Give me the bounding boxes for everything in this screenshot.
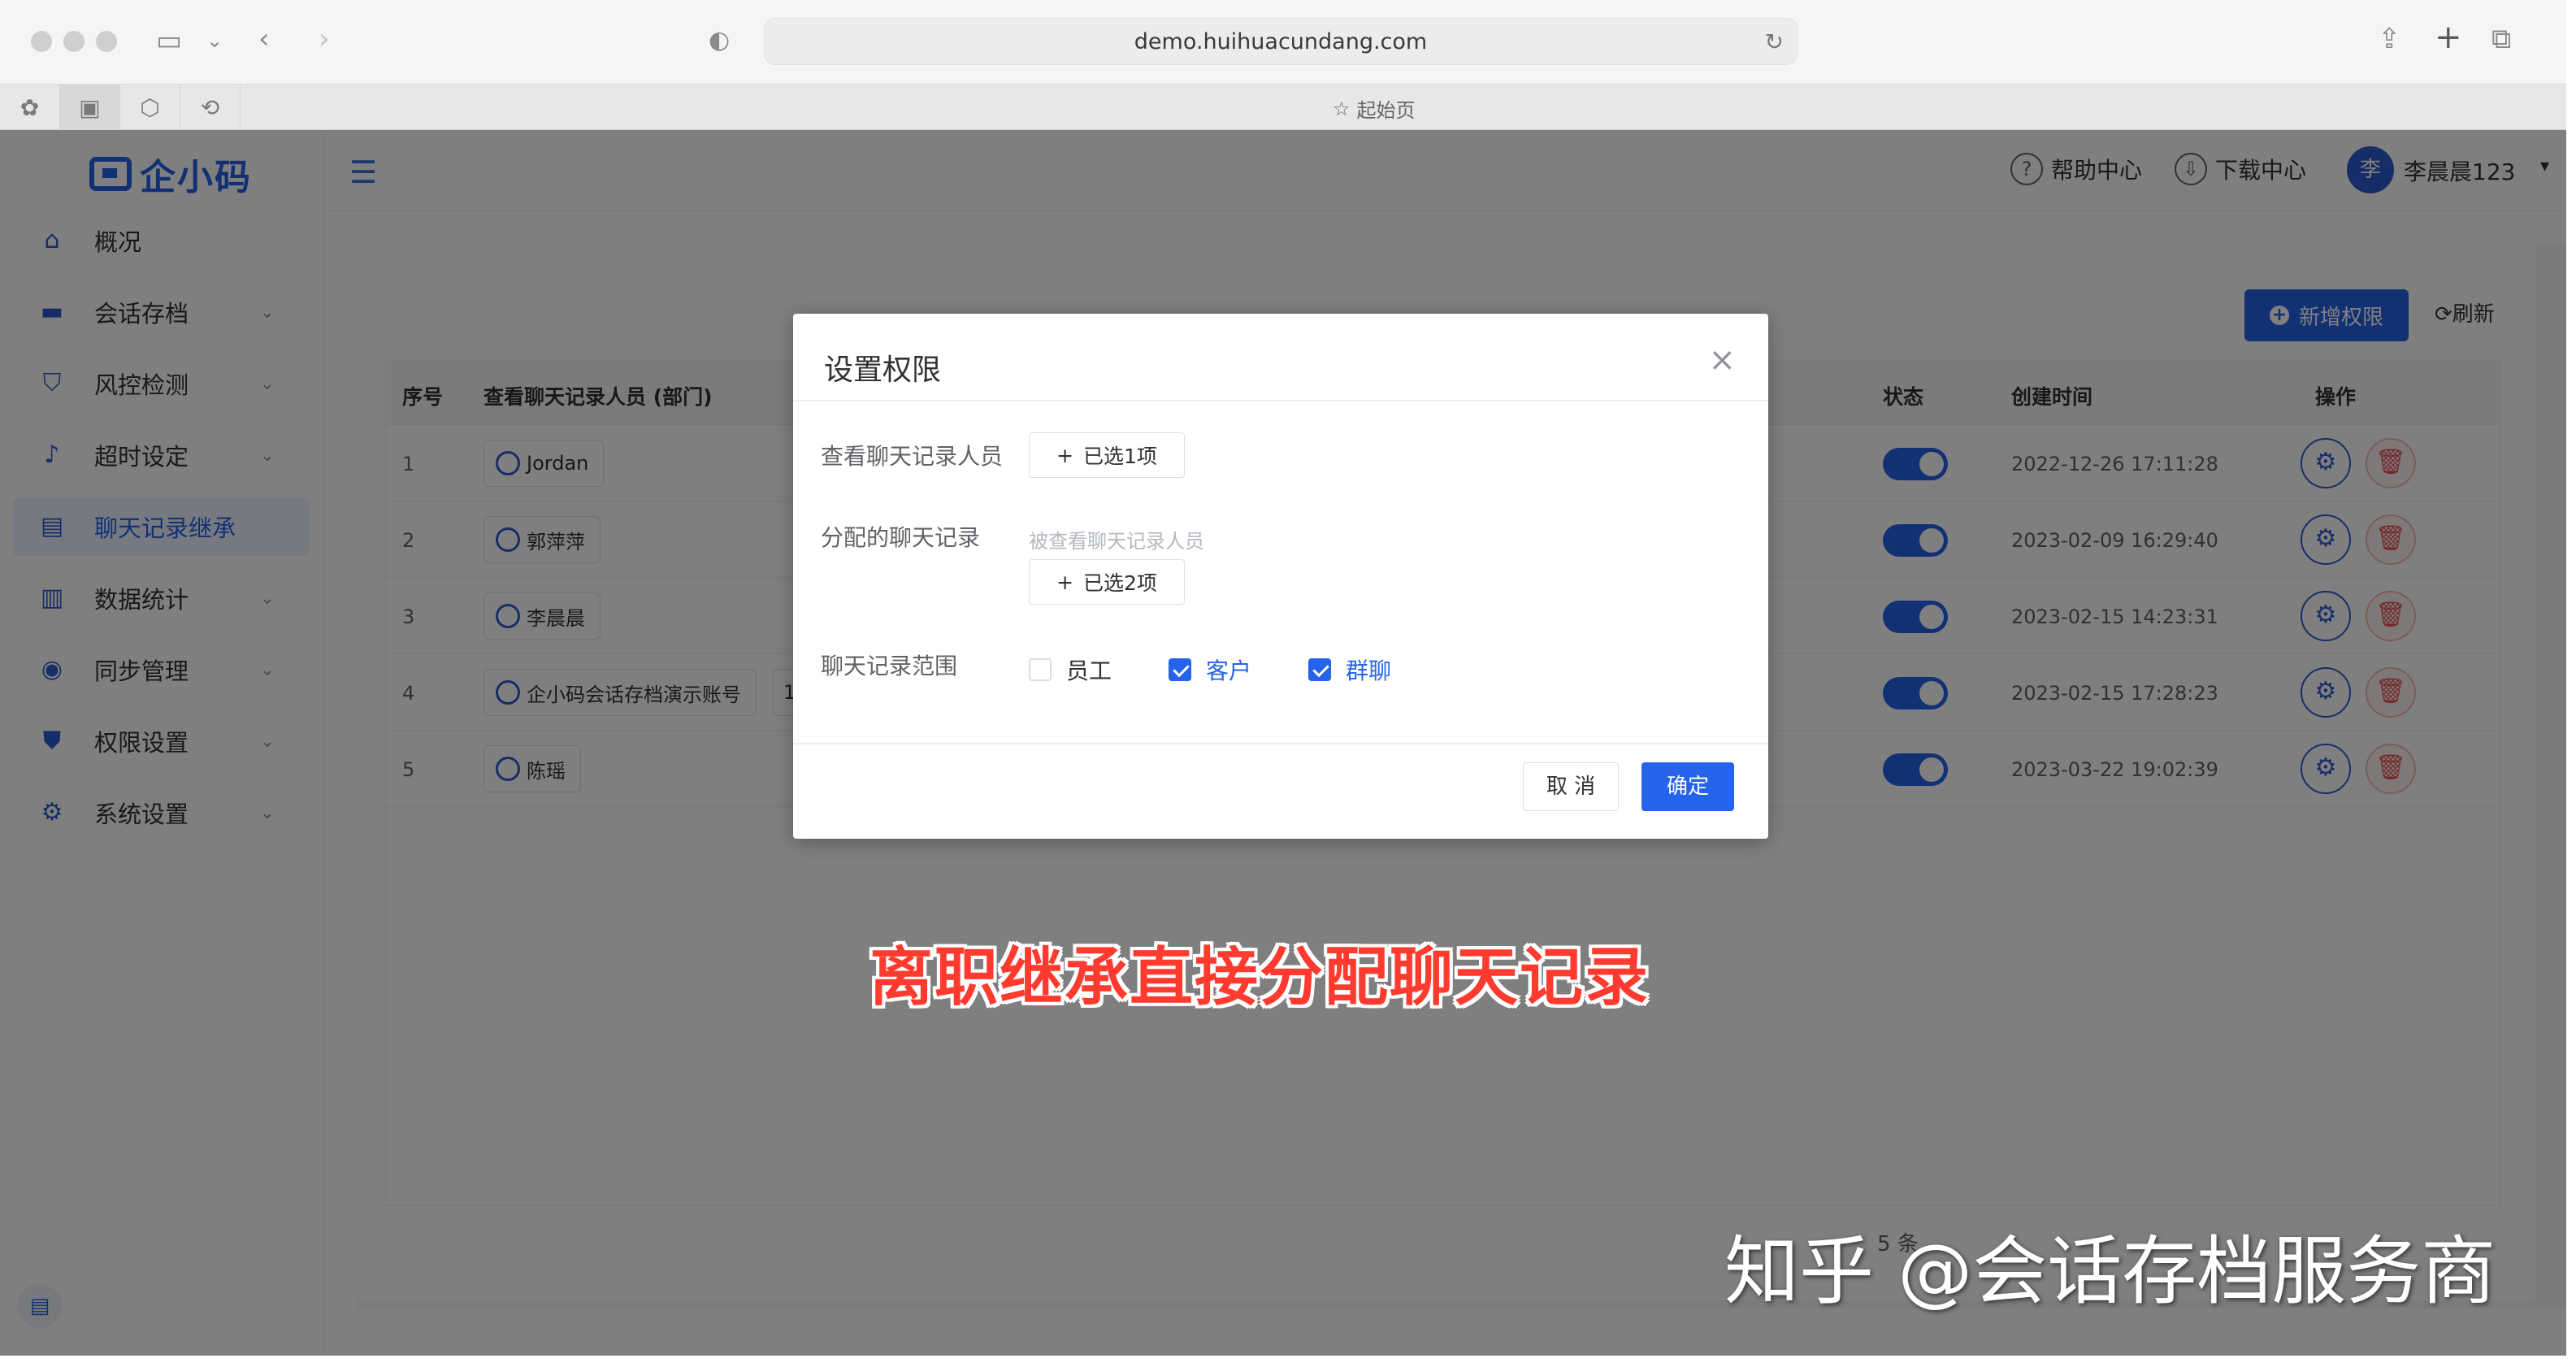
start-page-label: 起始页 (1356, 99, 1416, 122)
star-icon: ☆ (1333, 97, 1351, 120)
confirm-button[interactable]: 确定 (1641, 762, 1734, 811)
new-tab-icon[interactable]: + (2435, 21, 2462, 54)
checkbox-label: 客户 (1206, 657, 1252, 684)
start-page-tab[interactable]: ☆ 起始页 (1333, 94, 1416, 123)
video-caption: 离职继承直接分配聊天记录 (870, 941, 1650, 1014)
minimize-window-button[interactable] (63, 31, 85, 52)
privacy-shield-icon[interactable]: ◐ (709, 24, 730, 57)
cancel-button[interactable]: 取 消 (1523, 762, 1619, 811)
pinned-tab-cube-icon[interactable]: ⬡ (120, 85, 180, 130)
zoom-window-button[interactable] (96, 31, 117, 52)
tab-overview-icon[interactable]: ⧉ (2491, 23, 2511, 55)
scope-checkbox-customer[interactable]: 客户 (1169, 653, 1251, 686)
assigned-field-label: 分配的聊天记录 (821, 524, 981, 551)
assigned-hint: 被查看聊天记录人员 (1029, 530, 1204, 553)
divider (793, 400, 1768, 401)
checkbox-label: 群聊 (1346, 657, 1392, 684)
scope-checkbox-employee[interactable]: 员工 (1029, 653, 1112, 686)
sidebar-toggle-icon[interactable]: ▭ (156, 24, 182, 57)
scope-field-label: 聊天记录范围 (821, 653, 958, 679)
chevron-down-icon[interactable]: ⌄ (206, 24, 223, 57)
pinned-tab-bilibili-icon[interactable]: ▣ (60, 85, 120, 130)
close-icon[interactable]: × (1708, 341, 1736, 379)
share-icon[interactable]: ⇪ (2378, 23, 2401, 55)
back-arrow-icon[interactable]: ‹ (258, 23, 270, 55)
checkbox-box (1029, 658, 1052, 681)
set-permission-dialog: 设置权限 × 查看聊天记录人员 + 已选1项 分配的聊天记录 被查看聊天记录人员… (793, 314, 1768, 839)
checkbox-box (1169, 658, 1191, 681)
viewer-select-label: 已选1项 (1083, 445, 1157, 468)
pinned-tab-sync-icon[interactable]: ⟲ (180, 85, 241, 130)
forward-arrow-icon[interactable]: › (319, 23, 330, 55)
checkbox-label: 员工 (1066, 657, 1112, 684)
url-text: demo.huihuacundang.com (1134, 29, 1428, 54)
reload-icon[interactable]: ↻ (1765, 28, 1784, 55)
divider (793, 743, 1768, 744)
browser-toolbar: ▭ ⌄ ‹ › ◐ demo.huihuacundang.com ↻ ⇪ + ⧉ (0, 0, 2566, 85)
pinned-tab-paw-icon[interactable]: ✿ (0, 85, 60, 130)
watermark: 知乎 @会话存档服务商 (1724, 1228, 2496, 1315)
tab-bar: ✿ ▣ ⬡ ⟲ ☆ 起始页 (0, 85, 2566, 130)
assigned-select-button[interactable]: + 已选2项 (1029, 559, 1185, 605)
dialog-title: 设置权限 (824, 354, 942, 387)
address-bar[interactable]: demo.huihuacundang.com ↻ (764, 18, 1798, 65)
assigned-select-label: 已选2项 (1083, 571, 1157, 595)
checkbox-box (1308, 658, 1331, 681)
viewer-field-label: 查看聊天记录人员 (821, 443, 1004, 470)
plus-icon: + (1056, 570, 1074, 594)
close-window-button[interactable] (31, 31, 52, 52)
scope-checkbox-group[interactable]: 群聊 (1308, 653, 1391, 686)
viewer-select-button[interactable]: + 已选1项 (1029, 432, 1185, 478)
screen: ▭ ⌄ ‹ › ◐ demo.huihuacundang.com ↻ ⇪ + ⧉… (0, 0, 2576, 1367)
plus-icon: + (1056, 443, 1074, 467)
